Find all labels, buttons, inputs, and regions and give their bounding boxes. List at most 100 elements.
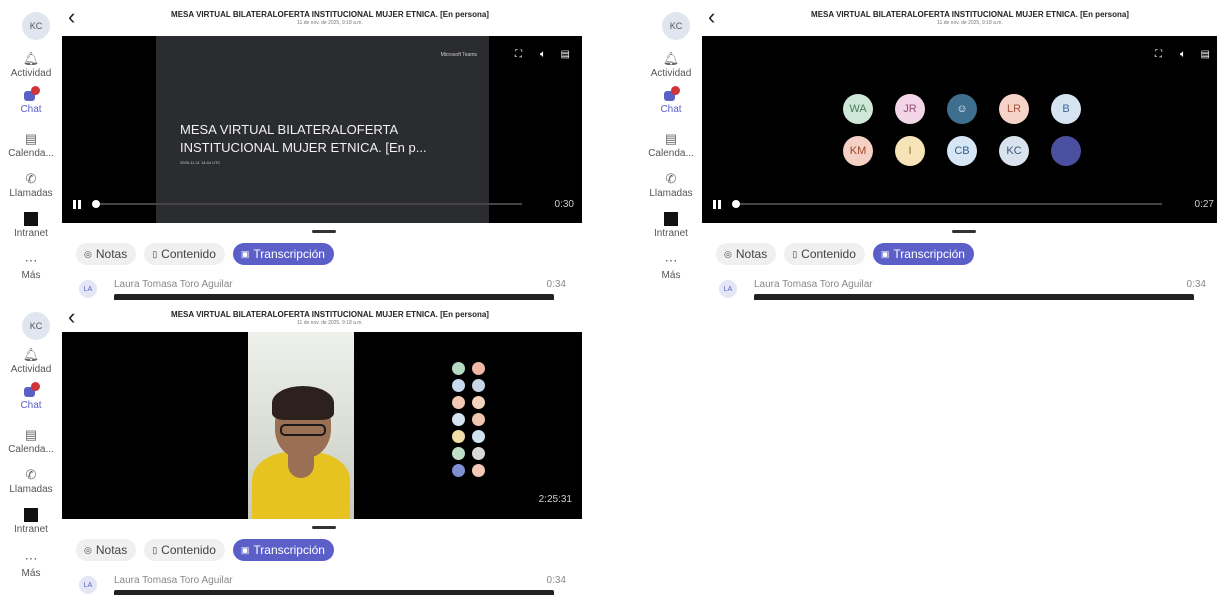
avatar[interactable]: KC xyxy=(22,312,50,340)
captions-icon[interactable]: ▤ xyxy=(1201,49,1210,60)
reaction-avatars xyxy=(452,362,486,477)
back-button[interactable]: ‹ xyxy=(68,306,75,328)
participant-avatar: WA xyxy=(843,94,873,124)
notes-icon: ◎ xyxy=(84,544,92,555)
participant-dot xyxy=(472,464,485,477)
person-hair xyxy=(272,386,334,420)
video-player[interactable]: 2:25:31 xyxy=(62,332,582,519)
tab-transcripcion[interactable]: ▣ Transcripción xyxy=(232,243,334,265)
participant-dot xyxy=(472,396,485,409)
sidebar-item-llamadas[interactable]: ✆ Llamadas xyxy=(0,172,62,200)
participant-avatar-person-icon: ☺ xyxy=(947,94,977,124)
sidebar-item-calendario[interactable]: ▤ Calenda... xyxy=(0,427,62,456)
sidebar-item-label: Más xyxy=(21,568,41,579)
tab-label: Contenido xyxy=(801,247,856,261)
phone-icon: ✆ xyxy=(665,171,677,186)
tab-notas[interactable]: ◎ Notas xyxy=(716,243,777,265)
participant-avatar: KC xyxy=(999,136,1029,166)
speaker-name: Laura Tomasa Toro Aguilar xyxy=(114,279,233,290)
phone-icon: ✆ xyxy=(25,467,37,482)
sidebar-item-actividad[interactable]: 🔔︎ Actividad xyxy=(0,51,62,80)
shared-slide: Microsoft Teams MESA VIRTUAL BILATERALOF… xyxy=(156,36,489,223)
sidebar-item-llamadas[interactable]: ✆ Llamadas xyxy=(0,467,62,496)
avatar[interactable]: KC xyxy=(662,12,690,40)
participant-dot xyxy=(452,447,465,460)
redacted-text xyxy=(114,590,554,595)
drag-handle[interactable] xyxy=(952,230,976,233)
transcript-icon: ▣ xyxy=(240,248,250,259)
volume-icon[interactable]: 🔈︎ xyxy=(1180,49,1186,60)
sidebar: KC 🔔︎ Actividad Chat ▤ Calenda... ✆ Llam… xyxy=(0,0,62,300)
teams-panel-participants: KC 🔔︎ Actividad Chat ▤ Calenda... ✆ Llam… xyxy=(640,0,1217,300)
volume-icon[interactable]: 🔈︎ xyxy=(540,49,546,60)
back-button[interactable]: ‹ xyxy=(708,6,715,28)
progress-thumb[interactable] xyxy=(92,200,100,208)
fullscreen-icon[interactable]: ⛶ xyxy=(1155,49,1162,60)
sidebar-item-mas[interactable]: ⋯ Más xyxy=(0,551,62,580)
playback-time: 2:25:31 xyxy=(538,494,572,505)
sidebar-item-label: Actividad xyxy=(10,68,52,79)
tab-label: Transcripción xyxy=(893,247,965,261)
more-icon: ⋯ xyxy=(24,253,38,268)
sidebar-item-calendario[interactable]: ▤ Calenda... xyxy=(0,131,62,160)
participant-dot xyxy=(472,379,485,392)
captions-icon[interactable]: ▤ xyxy=(561,49,570,60)
sidebar-item-mas[interactable]: ⋯ Más xyxy=(0,253,62,282)
sidebar-item-intranet[interactable]: Intranet xyxy=(0,508,62,535)
sidebar-item-intranet[interactable]: Intranet xyxy=(640,212,702,239)
tab-label: Notas xyxy=(95,247,128,261)
participant-dot xyxy=(452,413,465,426)
intranet-icon xyxy=(664,212,678,226)
speaker-name: Laura Tomasa Toro Aguilar xyxy=(754,279,873,290)
participant-avatar: LR xyxy=(999,94,1029,124)
sidebar: KC 🔔︎ Actividad Chat ▤ Calenda... ✆ Llam… xyxy=(640,0,702,300)
drag-handle[interactable] xyxy=(312,526,336,529)
participant-avatar: CB xyxy=(947,136,977,166)
redacted-text xyxy=(754,294,1194,300)
calendar-icon: ▤ xyxy=(24,427,38,442)
tab-contenido[interactable]: ▯ Contenido xyxy=(144,539,225,561)
sidebar-item-chat[interactable]: Chat xyxy=(0,382,62,411)
more-icon: ⋯ xyxy=(24,551,38,566)
content-icon: ▯ xyxy=(792,248,798,259)
transcript-entry: LA Laura Tomasa Toro Aguilar 0:34 xyxy=(76,276,576,300)
sidebar-item-mas[interactable]: ⋯ Más xyxy=(640,253,702,282)
sidebar-item-label: Calenda... xyxy=(8,148,54,159)
sidebar-item-actividad[interactable]: 🔔︎ Actividad xyxy=(0,348,62,376)
more-icon: ⋯ xyxy=(664,253,678,268)
tab-notas[interactable]: ◎ Notas xyxy=(76,243,137,265)
calendar-icon: ▤ xyxy=(24,131,38,146)
progress-bar[interactable] xyxy=(96,203,522,205)
video-player[interactable]: WA JR ☺ LR B KM I CB KC ⛶ 🔈︎ ▤ 0:27 xyxy=(702,36,1217,223)
sidebar-item-calendario[interactable]: ▤ Calenda... xyxy=(640,132,702,160)
tab-notas[interactable]: ◎ Notas xyxy=(76,539,137,561)
sidebar-item-actividad[interactable]: 🔔︎ Actividad xyxy=(640,52,702,80)
speaker-name: Laura Tomasa Toro Aguilar xyxy=(114,575,233,586)
drag-handle[interactable] xyxy=(312,230,336,233)
tab-transcripcion[interactable]: ▣ Transcripción xyxy=(872,243,974,265)
slide-brand: Microsoft Teams xyxy=(440,52,477,58)
transcript-icon: ▣ xyxy=(240,544,250,555)
tab-transcripcion[interactable]: ▣ Transcripción xyxy=(232,539,334,561)
meeting-title: MESA VIRTUAL BILATERALOFERTA INSTITUCION… xyxy=(171,310,489,319)
pause-button[interactable] xyxy=(73,200,81,209)
progress-bar[interactable] xyxy=(736,203,1162,205)
pause-button[interactable] xyxy=(713,200,721,209)
sidebar-item-chat[interactable]: Chat xyxy=(0,86,62,115)
tab-label: Contenido xyxy=(161,543,216,557)
tab-label: Notas xyxy=(95,543,128,557)
sidebar-item-chat[interactable]: Chat xyxy=(640,86,702,115)
avatar[interactable]: KC xyxy=(22,12,50,40)
participant-dot xyxy=(452,362,465,375)
progress-thumb[interactable] xyxy=(732,200,740,208)
sidebar-item-intranet[interactable]: Intranet xyxy=(0,212,62,239)
tab-contenido[interactable]: ▯ Contenido xyxy=(784,243,865,265)
sidebar-item-llamadas[interactable]: ✆ Llamadas xyxy=(640,171,702,200)
back-button[interactable]: ‹ xyxy=(68,6,75,28)
participant-avatar-more xyxy=(1051,136,1081,166)
bell-icon: 🔔︎ xyxy=(22,51,40,66)
video-player[interactable]: Microsoft Teams MESA VIRTUAL BILATERALOF… xyxy=(62,36,582,223)
tab-contenido[interactable]: ▯ Contenido xyxy=(144,243,225,265)
content-icon: ▯ xyxy=(152,248,158,259)
fullscreen-icon[interactable]: ⛶ xyxy=(515,49,522,60)
